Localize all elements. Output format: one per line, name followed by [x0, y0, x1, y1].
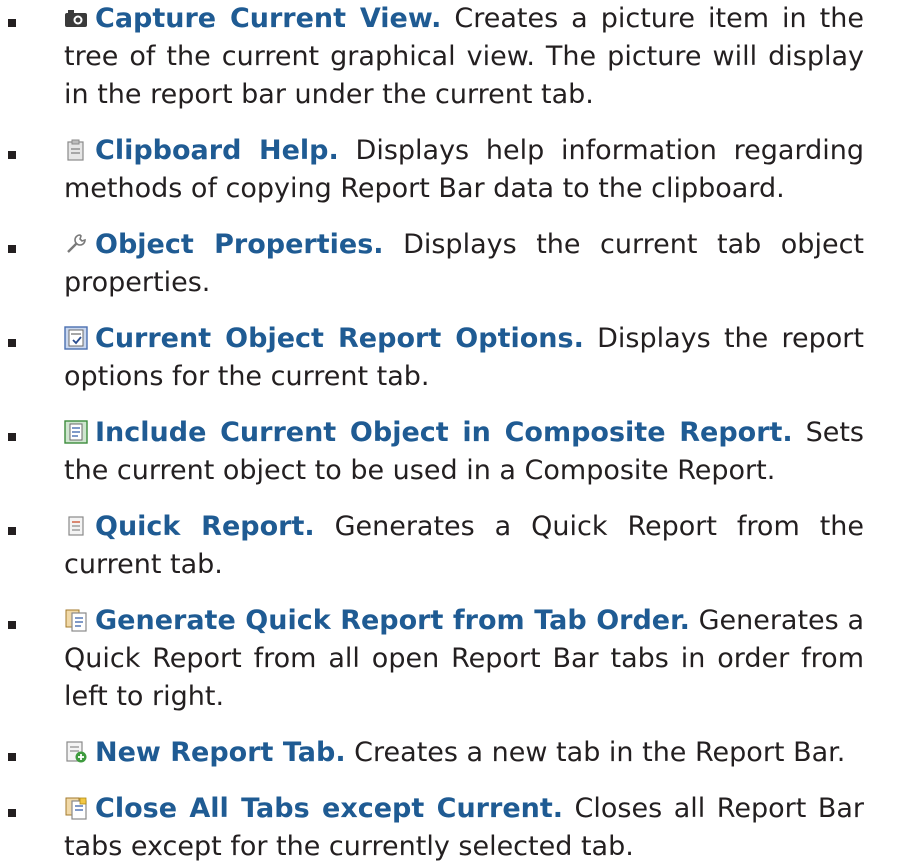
clipboard-icon — [64, 138, 88, 162]
item-text: Clipboard Help. Displays help informatio… — [64, 132, 864, 208]
bullet — [8, 753, 16, 761]
bullet — [8, 621, 16, 629]
item-text: Include Current Object in Composite Repo… — [64, 414, 864, 490]
item-text: New Report Tab. Creates a new tab in the… — [64, 734, 864, 772]
item-description: Creates a new tab in the Report Bar. — [345, 737, 846, 768]
quick-report-icon — [64, 514, 88, 538]
bullet — [8, 433, 16, 441]
item-title: Include Current Object in Composite Repo… — [95, 417, 793, 448]
item-title: Object Properties. — [95, 229, 384, 260]
item-text: Generate Quick Report from Tab Order. Ge… — [64, 602, 864, 716]
item-title: Quick Report. — [95, 511, 315, 542]
item-title: Capture Current View. — [95, 3, 442, 34]
report-options-icon — [64, 326, 88, 350]
item-title: New Report Tab. — [95, 737, 346, 768]
tab-order-report-icon — [64, 608, 88, 632]
item-title: Close All Tabs except Current. — [95, 793, 564, 824]
composite-report-icon — [64, 420, 88, 444]
camera-icon — [64, 6, 88, 30]
bullet — [8, 527, 16, 535]
bullet — [8, 809, 16, 817]
item-title: Generate Quick Report from Tab Order. — [95, 605, 690, 636]
bullet — [8, 339, 16, 347]
bullet — [8, 19, 16, 27]
item-text: Object Properties. Displays the current … — [64, 226, 864, 302]
bullet — [8, 151, 16, 159]
item-title: Current Object Report Options. — [95, 323, 584, 354]
item-text: Close All Tabs except Current. Closes al… — [64, 790, 864, 866]
close-tabs-icon — [64, 796, 88, 820]
wrench-icon — [64, 232, 88, 256]
item-title: Clipboard Help. — [95, 135, 339, 166]
bullet — [8, 245, 16, 253]
item-text: Current Object Report Options. Displays … — [64, 320, 864, 396]
new-tab-icon — [64, 740, 88, 764]
item-text: Quick Report. Generates a Quick Report f… — [64, 508, 864, 584]
item-text: Capture Current View. Creates a picture … — [64, 0, 864, 114]
